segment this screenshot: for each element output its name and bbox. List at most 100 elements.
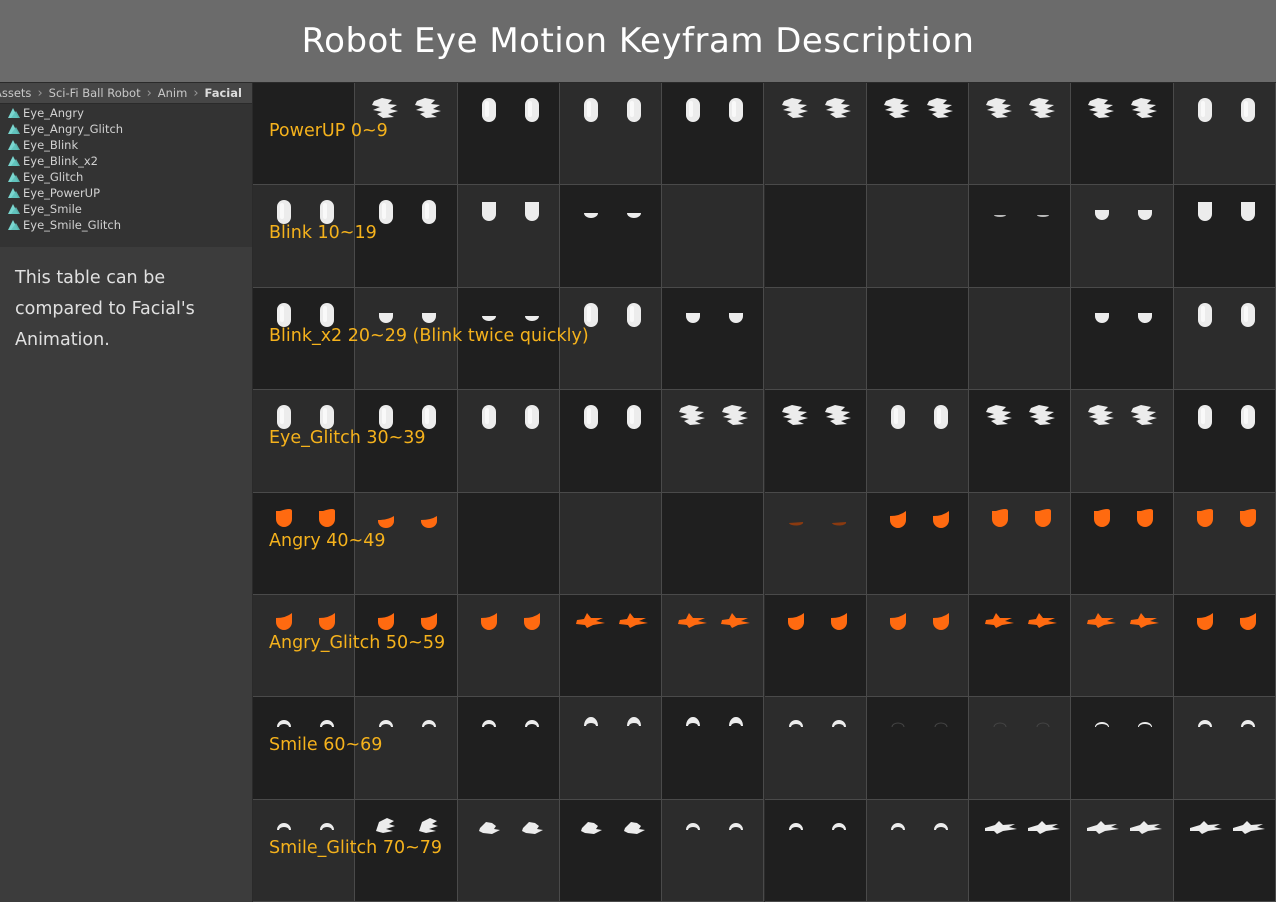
robot-eyes-icon <box>583 98 641 122</box>
file-item-label: Eye_Angry_Glitch <box>23 122 124 136</box>
keyframe-cell <box>662 492 765 595</box>
robot-eyes-icon <box>994 215 1050 218</box>
keyframe-cell <box>1173 594 1276 698</box>
keyframe-cell <box>764 185 867 288</box>
keyframe-row: Eye_Glitch 30~39 <box>253 390 1276 493</box>
robot-eyes-icon <box>788 822 846 830</box>
robot-eyes-icon <box>1095 722 1153 728</box>
row-label: Smile_Glitch 70~79 <box>269 837 443 858</box>
animation-clip-icon <box>8 140 20 150</box>
title-banner: Robot Eye Motion Keyfram Description <box>0 0 1276 82</box>
keyframe-cell <box>1071 492 1174 595</box>
robot-eyes-icon <box>1197 720 1255 728</box>
keyframe-cell <box>1173 287 1276 391</box>
keyframe-cell <box>1173 492 1276 595</box>
file-item-label: Eye_Blink <box>23 138 79 152</box>
keyframe-cell <box>866 697 970 800</box>
keyframe-cell <box>764 594 867 698</box>
robot-eyes-icon <box>686 822 744 830</box>
robot-eyes-icon <box>1189 820 1265 834</box>
breadcrumb-item-sci-fi-ball-robot[interactable]: Sci-Fi Ball Robot <box>47 86 143 100</box>
robot-eyes-icon <box>890 405 948 430</box>
robot-eyes-icon <box>1197 202 1255 222</box>
keyframe-cell <box>1071 185 1174 288</box>
animation-clip-icon <box>8 156 20 166</box>
file-item[interactable]: Eye_Glitch <box>0 169 252 185</box>
keyframe-cell <box>764 492 867 595</box>
keyframe-cell <box>969 697 1072 800</box>
row-label: Angry_Glitch 50~59 <box>269 632 446 653</box>
keyframe-cell <box>457 492 560 595</box>
robot-eyes-icon <box>575 612 648 628</box>
breadcrumb-item-facial[interactable]: Facial <box>203 86 244 100</box>
keyframe-cell <box>969 390 1072 493</box>
keyframe-cell <box>559 594 663 698</box>
robot-eyes-icon <box>686 98 744 122</box>
robot-eyes-icon <box>679 405 749 426</box>
robot-eyes-icon <box>985 820 1061 834</box>
keyframe-cell <box>969 799 1072 902</box>
robot-eyes-icon <box>1095 312 1153 323</box>
keyframe-row: Smile_Glitch 70~79 <box>253 799 1276 902</box>
robot-eyes-icon <box>678 612 751 628</box>
keyframe-cell <box>1173 83 1276 186</box>
robot-eyes-icon <box>986 98 1056 118</box>
keyframe-cell <box>559 799 663 902</box>
keyframe-row: Blink 10~19 <box>253 185 1276 288</box>
robot-eyes-icon <box>480 612 540 630</box>
row-label: PowerUP 0~9 <box>269 121 388 141</box>
robot-eyes-icon <box>788 521 846 526</box>
robot-eyes-icon <box>1094 508 1154 527</box>
robot-eyes-icon <box>985 612 1058 628</box>
keyframe-cell <box>866 492 970 595</box>
keyframe-cell <box>1071 594 1174 698</box>
keyframe-cell <box>457 697 560 800</box>
description-note: This table can be compared to Facial's A… <box>15 268 195 350</box>
robot-eyes-icon <box>583 717 641 727</box>
keyframe-cell <box>969 287 1072 391</box>
chevron-right-icon: › <box>193 85 199 101</box>
file-item[interactable]: Eye_Angry_Glitch <box>0 121 252 137</box>
robot-eyes-icon <box>1088 98 1158 118</box>
breadcrumb-item-anim[interactable]: Anim <box>156 86 190 100</box>
robot-eyes-icon <box>781 405 851 426</box>
keyframe-cell <box>662 83 765 186</box>
keyframe-cell <box>866 594 970 698</box>
keyframe-row: Angry_Glitch 50~59 <box>253 594 1276 698</box>
row-label: Smile 60~69 <box>269 735 383 756</box>
keyframe-cell <box>1071 287 1174 391</box>
keyframe-cell <box>662 390 765 493</box>
keyframe-cell <box>969 492 1072 595</box>
robot-eyes-icon <box>481 202 539 222</box>
keyframe-cell <box>662 799 765 902</box>
file-item-label: Eye_PowerUP <box>23 186 101 200</box>
keyframe-cell <box>764 697 867 800</box>
keyframe-row: PowerUP 0~9 <box>253 83 1276 186</box>
keyframe-cell <box>1071 83 1174 186</box>
file-item[interactable]: Eye_Angry <box>0 105 252 121</box>
robot-eyes-icon <box>889 510 949 528</box>
keyframe-cell <box>559 83 663 186</box>
file-list: Eye_Angry Eye_Angry_Glitch Eye_Blink Eye_Bl… <box>0 104 252 247</box>
keyframe-cell <box>1071 697 1174 800</box>
row-label: Eye_Glitch 30~39 <box>269 428 426 449</box>
file-item-label: Eye_Smile_Glitch <box>23 218 122 232</box>
row-label: Angry 40~49 <box>269 530 386 551</box>
file-item[interactable]: Eye_Blink <box>0 137 252 153</box>
robot-eyes-icon <box>1088 405 1158 426</box>
file-item[interactable]: Eye_Blink_x2 <box>0 153 252 169</box>
robot-eyes-icon <box>993 722 1050 728</box>
keyframe-cell <box>1173 697 1276 800</box>
keyframe-cell <box>1173 799 1276 902</box>
file-item[interactable]: Eye_Smile_Glitch <box>0 217 252 233</box>
robot-eyes-icon <box>1087 820 1163 834</box>
row-label: Blink_x2 20~29 (Blink twice quickly) <box>269 325 589 346</box>
breadcrumb-item-assets[interactable]: Assets <box>0 86 33 100</box>
robot-eyes-icon <box>478 821 543 834</box>
keyframe-cell <box>1071 799 1174 902</box>
file-item[interactable]: Eye_Smile <box>0 201 252 217</box>
robot-eyes-icon <box>686 717 744 727</box>
file-item[interactable]: Eye_PowerUP <box>0 185 252 201</box>
robot-eyes-icon <box>890 822 948 830</box>
animation-clip-icon <box>8 188 20 198</box>
